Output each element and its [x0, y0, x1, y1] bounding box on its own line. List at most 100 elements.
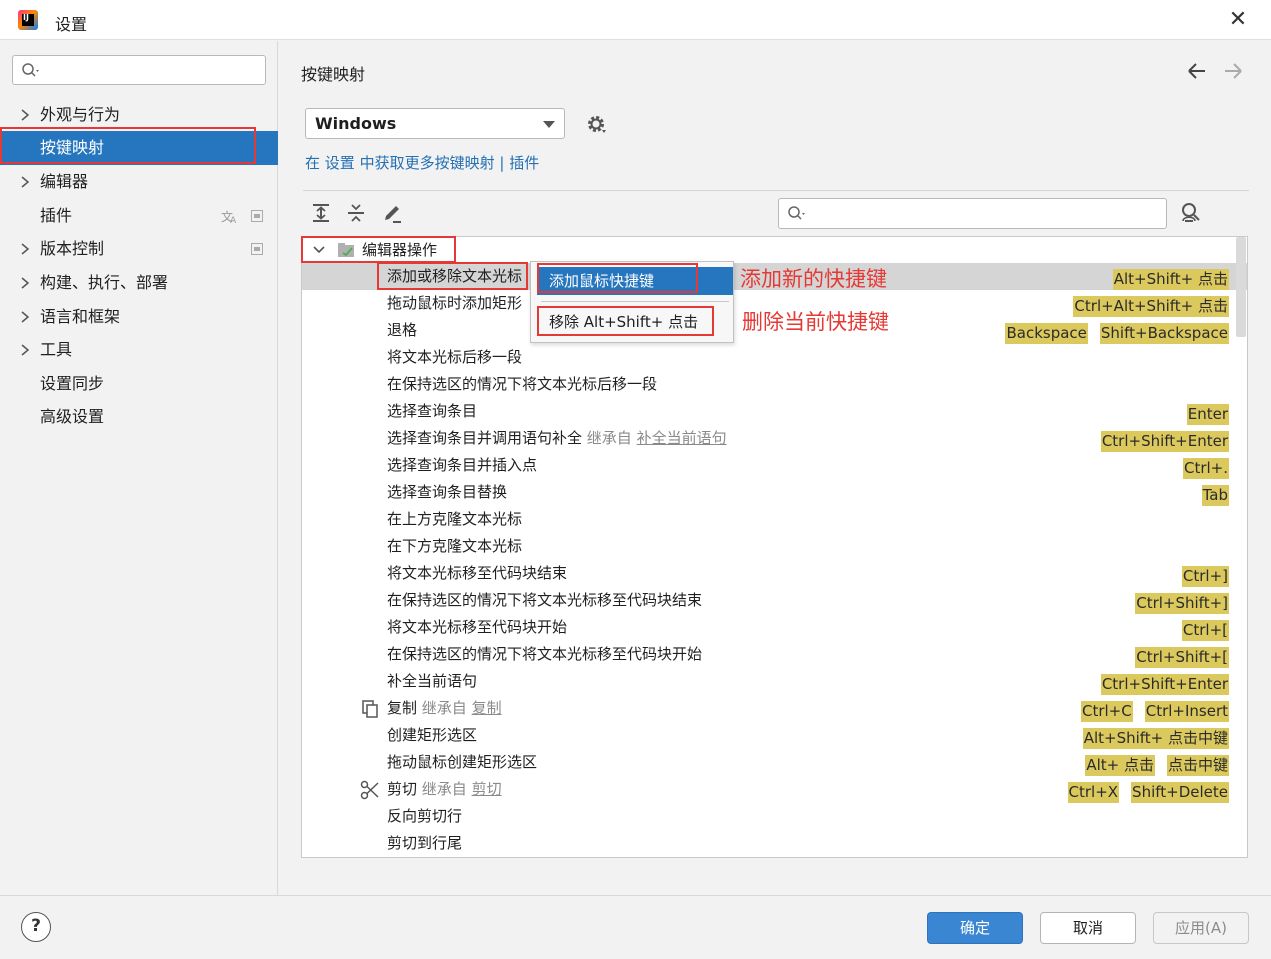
- tree-row[interactable]: 在保持选区的情况下将文本光标移至代码块结束 Ctrl+Shift+]: [302, 587, 1247, 614]
- action-filter-input[interactable]: [815, 204, 1155, 224]
- tree-row[interactable]: 反向剪切行: [302, 803, 1247, 830]
- title-bar: IJ 设置 ✕: [0, 0, 1271, 40]
- close-icon[interactable]: ✕: [1224, 6, 1252, 34]
- chevron-right-icon[interactable]: [20, 243, 30, 255]
- tree-row[interactable]: 在下方克隆文本光标: [302, 533, 1247, 560]
- back-arrow-icon[interactable]: [1188, 63, 1205, 79]
- chevron-right-icon[interactable]: [20, 311, 30, 323]
- ok-button[interactable]: 确定: [927, 912, 1023, 944]
- sidebar-item-3[interactable]: 插件 文 A: [0, 199, 278, 233]
- sidebar-item-6[interactable]: 语言和框架: [0, 300, 278, 334]
- settings-search[interactable]: [12, 55, 266, 85]
- tree-row[interactable]: 补全当前语句 Ctrl+Shift+Enter: [302, 668, 1247, 695]
- shortcut-list: Ctrl+C Ctrl+Insert: [1069, 698, 1229, 722]
- annotation-remove-note: 删除当前快捷键: [742, 310, 889, 334]
- sidebar-item-2[interactable]: 编辑器: [0, 165, 278, 199]
- tree-row[interactable]: 选择查询条目 Enter: [302, 398, 1247, 425]
- edit-shortcut-icon[interactable]: [380, 201, 404, 225]
- inherit-prefix: 继承自: [586, 429, 632, 447]
- menu-item-label: 移除 Alt+Shift+ 点击: [549, 313, 699, 331]
- action-name: 反向剪切行: [387, 803, 462, 830]
- shortcut-badge: Ctrl+Alt+Shift+ 点击: [1073, 296, 1229, 317]
- action-name: 在上方克隆文本光标: [387, 506, 522, 533]
- keymap-dropdown-value: Windows: [315, 114, 397, 133]
- scrollbar[interactable]: [1236, 237, 1246, 337]
- tree-row[interactable]: 选择查询条目并调用语句补全 继承自 补全当前语句 Ctrl+Shift+Enter: [302, 425, 1247, 452]
- action-label: 在保持选区的情况下将文本光标后移一段: [387, 375, 658, 393]
- cancel-button[interactable]: 取消: [1040, 912, 1136, 944]
- tree-group-editor-actions[interactable]: 编辑器操作: [302, 237, 1247, 264]
- folder-icon: [338, 243, 354, 257]
- tree-row[interactable]: 剪切到行尾: [302, 830, 1247, 857]
- tree-row[interactable]: 创建矩形选区 Alt+Shift+ 点击中键: [302, 722, 1247, 749]
- shortcut-badge: Tab: [1201, 485, 1229, 506]
- inherit-note: 继承自 剪切: [422, 780, 502, 798]
- expand-all-icon[interactable]: [309, 201, 333, 225]
- chevron-down-icon[interactable]: [313, 246, 325, 254]
- apply-button[interactable]: 应用(A): [1153, 912, 1249, 944]
- tree-group-label: 编辑器操作: [362, 241, 438, 259]
- inherit-link[interactable]: 剪切: [472, 780, 502, 798]
- hint-prefix: 在: [305, 154, 321, 172]
- tree-row[interactable]: 拖动鼠标创建矩形选区 Alt+ 点击 点击中键: [302, 749, 1247, 776]
- menu-item-remove-shortcut[interactable]: 移除 Alt+Shift+ 点击: [537, 308, 733, 336]
- sidebar-item-9[interactable]: 高级设置: [0, 400, 278, 434]
- action-name: 拖动鼠标时添加矩形: [387, 290, 522, 317]
- chevron-down-icon: [543, 121, 555, 128]
- chevron-right-icon[interactable]: [20, 109, 30, 121]
- shortcut-list: Ctrl+Alt+Shift+ 点击: [1061, 293, 1229, 317]
- action-name: 添加或移除文本光标: [387, 263, 522, 290]
- menu-item-add-mouse-shortcut[interactable]: 添加鼠标快捷键: [537, 267, 733, 295]
- divider: [303, 190, 1249, 191]
- shortcut-list: Tab: [1190, 482, 1229, 506]
- action-label: 将文本光标移至代码块结束: [387, 564, 568, 582]
- sidebar-item-7[interactable]: 工具: [0, 333, 278, 367]
- sidebar-item-label: 语言和框架: [40, 307, 121, 326]
- tree-row[interactable]: 复制 继承自 复制 Ctrl+C Ctrl+Insert: [302, 695, 1247, 722]
- tree-row[interactable]: 剪切 继承自 剪切 Ctrl+X Shift+Delete: [302, 776, 1247, 803]
- tree-row[interactable]: 将文本光标移至代码块结束 Ctrl+]: [302, 560, 1247, 587]
- collapse-all-icon[interactable]: [344, 201, 368, 225]
- tree-row[interactable]: 将文本光标后移一段: [302, 344, 1247, 371]
- find-by-shortcut-icon[interactable]: [1179, 201, 1203, 225]
- sidebar-item-0[interactable]: 外观与行为: [0, 98, 278, 132]
- chevron-right-icon[interactable]: [20, 277, 30, 289]
- settings-link[interactable]: 设置: [325, 154, 355, 172]
- inherit-link[interactable]: 补全当前语句: [637, 429, 727, 447]
- action-label: 复制: [387, 699, 418, 717]
- tree-row[interactable]: 选择查询条目并插入点 Ctrl+.: [302, 452, 1247, 479]
- sidebar-item-1[interactable]: 按键映射: [0, 131, 278, 165]
- sidebar-item-8[interactable]: 设置同步: [0, 367, 278, 401]
- action-label: 剪切到行尾: [387, 834, 463, 852]
- inherit-link[interactable]: 复制: [472, 699, 502, 717]
- shortcut-list: Ctrl+X Shift+Delete: [1056, 779, 1229, 803]
- tree-row[interactable]: 在保持选区的情况下将文本光标移至代码块开始 Ctrl+Shift+[: [302, 641, 1247, 668]
- sidebar-item-label: 按键映射: [40, 138, 105, 157]
- sidebar-item-4[interactable]: 版本控制: [0, 232, 278, 266]
- tree-row[interactable]: 将文本光标移至代码块开始 Ctrl+[: [302, 614, 1247, 641]
- svg-text:A: A: [230, 216, 237, 224]
- sidebar-item-5[interactable]: 构建、执行、部署: [0, 266, 278, 300]
- tree-row[interactable]: 选择查询条目替换 Tab: [302, 479, 1247, 506]
- help-button[interactable]: ?: [21, 912, 51, 942]
- chevron-right-icon[interactable]: [20, 344, 30, 356]
- action-name: 退格: [387, 317, 417, 344]
- shortcut-badge: Enter: [1186, 404, 1229, 425]
- shortcut-list: Ctrl+]: [1170, 563, 1229, 587]
- module-icon: [251, 210, 263, 222]
- app-logo-icon: IJ: [18, 10, 38, 30]
- shortcut-list: Ctrl+Shift+]: [1123, 590, 1229, 614]
- settings-search-input[interactable]: [49, 60, 259, 80]
- shortcut-badge: Alt+ 点击: [1085, 755, 1155, 776]
- shortcut-badge: 点击中键: [1166, 755, 1229, 776]
- chevron-right-icon[interactable]: [20, 176, 30, 188]
- plugins-link[interactable]: 插件: [509, 154, 539, 172]
- tree-row[interactable]: 在上方克隆文本光标: [302, 506, 1247, 533]
- keymap-dropdown[interactable]: Windows: [305, 108, 565, 139]
- tree-row[interactable]: 在保持选区的情况下将文本光标后移一段: [302, 371, 1247, 398]
- gear-icon[interactable]: [585, 113, 607, 135]
- action-label: 剪切: [387, 780, 418, 798]
- keymap-plugins-hint: 在 设置 中获取更多按键映射 | 插件: [305, 152, 539, 173]
- action-filter[interactable]: [778, 198, 1167, 229]
- forward-arrow-icon[interactable]: [1225, 63, 1242, 79]
